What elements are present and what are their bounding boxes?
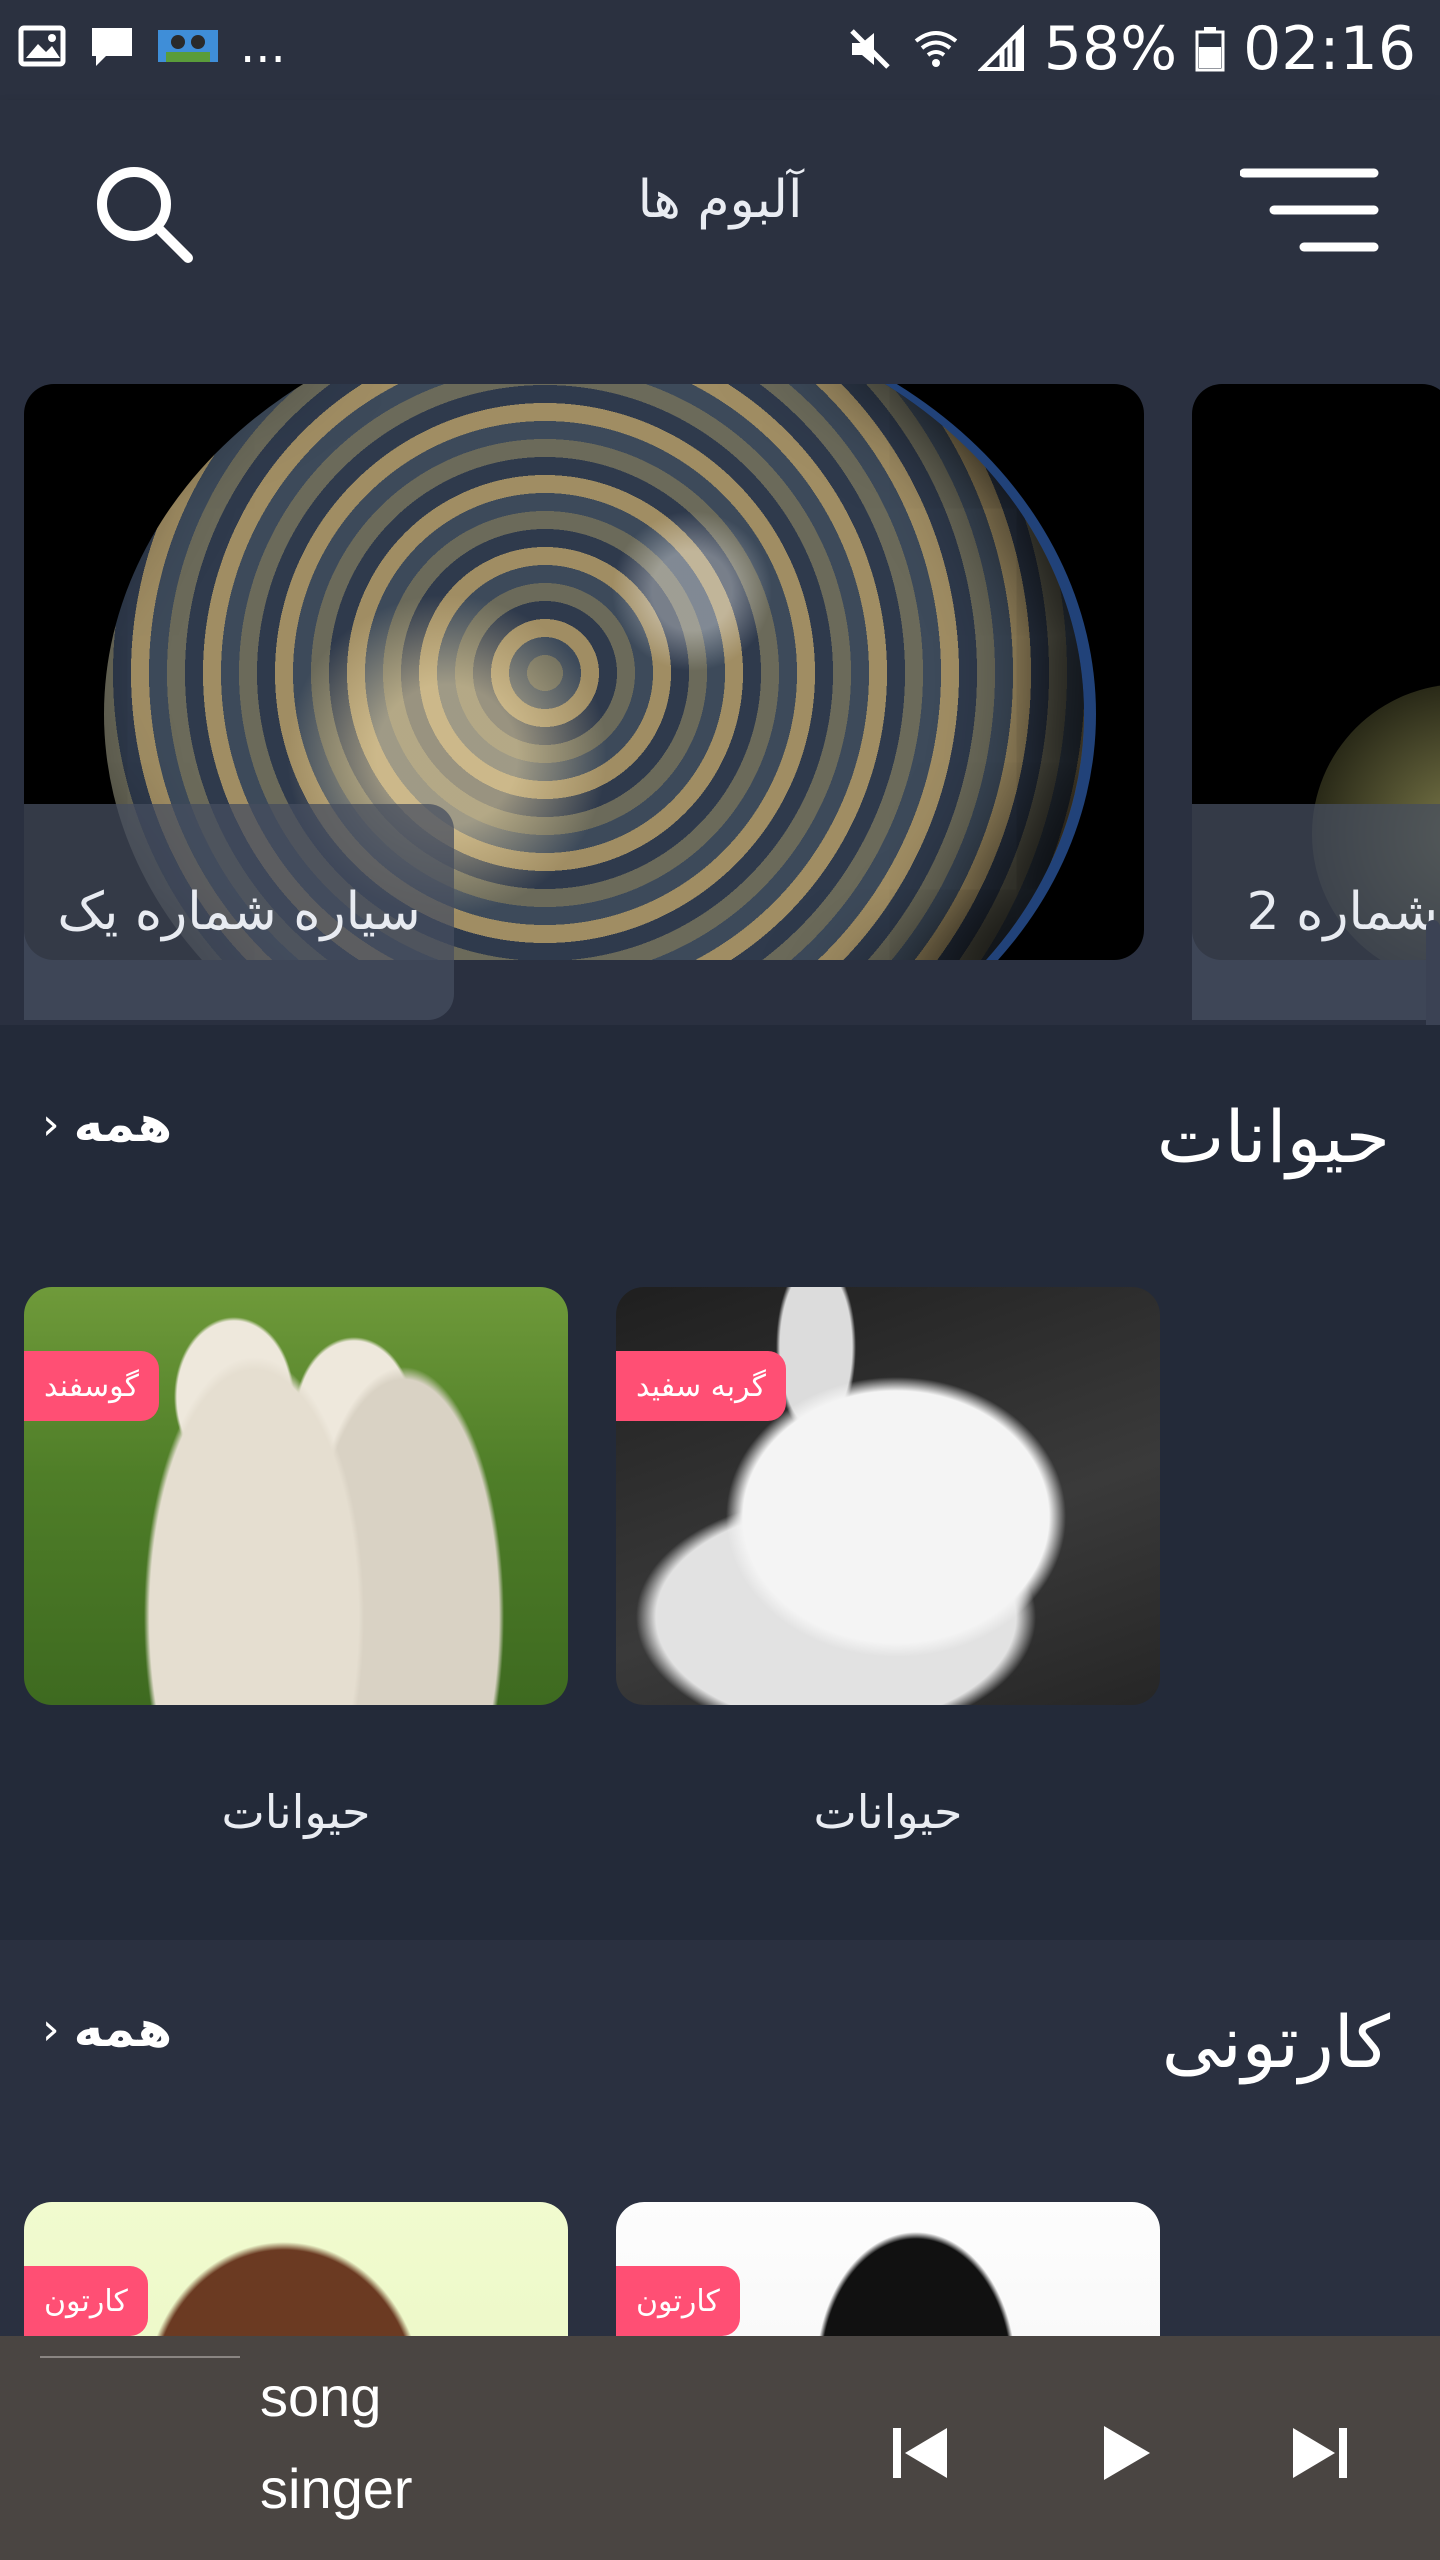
section-title: حیوانات: [1156, 1095, 1390, 1179]
progress-line: [40, 2356, 240, 2358]
album-carousel[interactable]: سیاره شماره یک شماره 2: [0, 320, 1440, 1390]
notification-icons: ...: [18, 22, 286, 70]
play-icon[interactable]: [1090, 2418, 1160, 2488]
card-badge: کارتون: [24, 2266, 148, 2336]
previous-icon[interactable]: [885, 2418, 955, 2488]
card-label: حیوانات: [221, 1785, 371, 1839]
see-all-label: همه: [73, 1095, 173, 1153]
card-label: حیوانات: [813, 1785, 963, 1839]
singer-name: singer: [260, 2457, 413, 2520]
page-title: آلبوم ها: [637, 170, 803, 230]
section-animals: حیوانات › همه گربه سفید حیوانات گوسفند ح…: [0, 1025, 1440, 1940]
album-card-white-cat[interactable]: گربه سفید: [616, 1287, 1160, 1705]
next-icon[interactable]: [1285, 2418, 1355, 2488]
battery-percent: 58%: [1043, 14, 1178, 84]
section-cartoons: کارتونی › همه کارتون کارتون: [0, 1940, 1440, 2502]
status-bar: ... 58% 02:16: [0, 0, 1440, 100]
menu-icon[interactable]: [1240, 165, 1380, 255]
carousel-caption: سیاره شماره یک: [24, 804, 454, 1020]
wifi-icon: [914, 31, 957, 67]
chevron-right-icon: ›: [42, 1098, 60, 1150]
card-badge: کارتون: [616, 2266, 740, 2336]
app-thumb-icon: [158, 30, 218, 62]
section-title: کارتونی: [1161, 2000, 1390, 2084]
album-card-sheep[interactable]: گوسفند: [24, 1287, 568, 1705]
message-icon: [92, 28, 132, 66]
see-all-label: همه: [73, 2000, 173, 2058]
clock: 02:16: [1243, 14, 1416, 84]
battery-icon: [1195, 27, 1225, 72]
see-all-link[interactable]: › همه: [42, 2000, 172, 2058]
more-notifications: ...: [240, 18, 286, 74]
card-badge: گوسفند: [24, 1351, 159, 1421]
system-icons: 58% 02:16: [846, 14, 1416, 84]
signal-icon: [977, 25, 1024, 71]
gallery-icon: [18, 25, 66, 67]
carousel-caption-2: شماره 2: [1192, 804, 1440, 1020]
see-all-link[interactable]: › همه: [42, 1095, 172, 1153]
mini-player[interactable]: song singer: [0, 2336, 1440, 2560]
chevron-right-icon: ›: [42, 2003, 60, 2055]
song-title: song: [260, 2365, 382, 2428]
mute-icon: [849, 29, 890, 69]
app-bar: آلبوم ها: [0, 100, 1440, 320]
card-badge: گربه سفید: [616, 1351, 786, 1421]
